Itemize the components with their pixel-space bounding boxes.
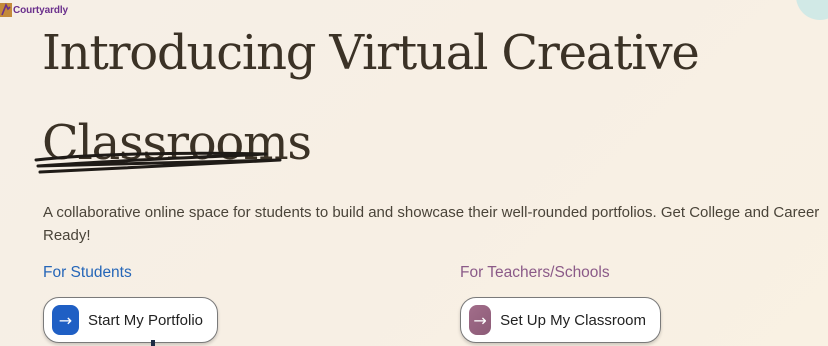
cursor-marker: [151, 340, 155, 346]
courtyardly-logo-icon: [0, 3, 12, 17]
title-underline: [34, 151, 282, 174]
setup-classroom-label: Set Up My Classroom: [500, 311, 646, 329]
arrow-right-icon: →: [469, 305, 492, 335]
start-portfolio-button[interactable]: → Start My Portfolio: [43, 297, 218, 343]
setup-classroom-button[interactable]: → Set Up My Classroom: [460, 297, 661, 343]
hero-description: A collaborative online space for student…: [43, 204, 820, 244]
arrow-right-icon: →: [52, 305, 79, 335]
start-portfolio-label: Start My Portfolio: [87, 311, 203, 329]
teachers-heading: For Teachers/Schools: [460, 264, 610, 281]
students-heading: For Students: [43, 264, 132, 281]
